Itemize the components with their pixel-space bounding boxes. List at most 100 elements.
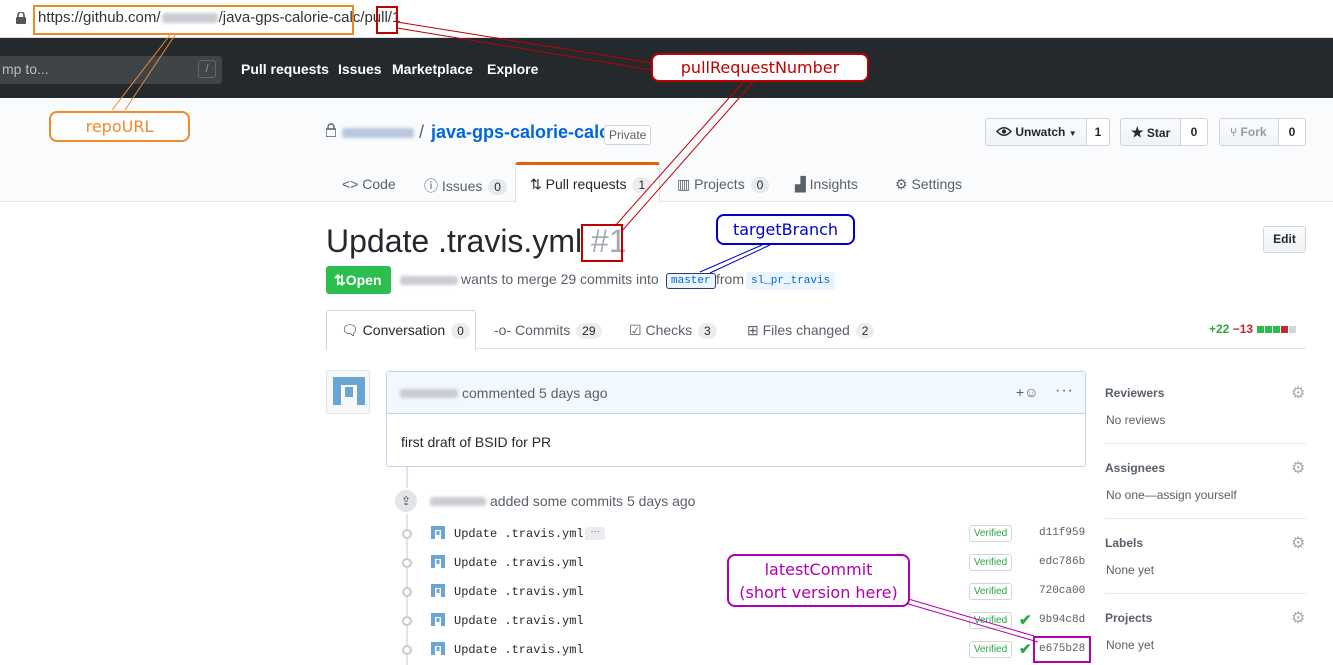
fork-count[interactable]: 0 — [1279, 118, 1306, 146]
tab-code[interactable]: <> Code — [342, 176, 396, 192]
nav-explore[interactable]: Explore — [487, 61, 538, 77]
tab-insights[interactable]: ▟ Insights — [795, 176, 858, 193]
tab-files-changed[interactable]: ⊞ Files changed 2 — [747, 322, 875, 339]
sidebar-assignees-value[interactable]: No one—assign yourself — [1106, 488, 1237, 502]
commit-message[interactable]: Update .travis.yml — [454, 527, 584, 541]
tab-issues[interactable]: ⓘ Issues 0 — [424, 176, 507, 196]
commit-avatar[interactable] — [430, 525, 446, 541]
commit-message[interactable]: Update .travis.yml — [454, 556, 584, 570]
star-count[interactable]: 0 — [1181, 118, 1208, 146]
star-label: Star — [1146, 126, 1171, 140]
commit-sha[interactable]: 9b94c8d — [1039, 614, 1085, 626]
push-meta: added some commits 5 days ago — [490, 493, 696, 509]
sidebar-assignees-heading[interactable]: Assignees — [1105, 461, 1165, 475]
fork-button[interactable]: ⑂ Fork — [1219, 118, 1279, 146]
star-button[interactable]: ★ Star — [1120, 118, 1181, 146]
tab-pull-requests[interactable]: ⇅ Pull requests 1 — [530, 176, 652, 193]
sidebar-labels-heading[interactable]: Labels — [1105, 536, 1143, 550]
project-icon: ▥ — [677, 176, 691, 192]
tab-projects[interactable]: ▥ Projects 0 — [677, 176, 770, 193]
tab-conversation[interactable]: 🗨 Conversation 0 — [341, 322, 470, 339]
check-icon[interactable]: ✔ — [1019, 611, 1032, 629]
commit-sha[interactable]: d11f959 — [1039, 527, 1085, 539]
visibility-badge: Private — [604, 125, 652, 145]
commits-counter: 29 — [576, 323, 602, 339]
verified-badge[interactable]: Verified — [969, 583, 1012, 600]
tab-issues-label: Issues — [441, 178, 483, 194]
unwatch-button[interactable]: Unwatch ▼ — [985, 118, 1087, 146]
sidebar-reviewers-heading[interactable]: Reviewers — [1105, 386, 1164, 400]
repo-owner-redacted[interactable] — [342, 128, 414, 138]
check-icon[interactable]: ✔ — [1019, 640, 1032, 658]
caret-down-icon: ▼ — [1068, 129, 1077, 138]
gear-icon[interactable]: ⚙ — [1291, 533, 1305, 553]
tab-checks[interactable]: ☑ Checks 3 — [629, 322, 717, 339]
commit-avatar[interactable] — [430, 641, 446, 657]
search-input[interactable]: mp to... — [0, 56, 222, 84]
avatar[interactable] — [326, 370, 370, 414]
commit-dot-icon — [402, 529, 412, 539]
diff-deletions: −13 — [1232, 322, 1254, 336]
sidebar-projects-value: None yet — [1106, 638, 1155, 652]
commit-dot-icon — [402, 616, 412, 626]
star-icon: ★ — [1131, 124, 1144, 140]
commit-dot-icon — [402, 645, 412, 655]
sidebar-reviewers-value: No reviews — [1106, 413, 1166, 427]
nav-pull-requests[interactable]: Pull requests — [241, 61, 329, 77]
verified-badge[interactable]: Verified — [969, 525, 1012, 542]
tab-commits[interactable]: -o- Commits 29 — [494, 322, 602, 339]
commit-avatar[interactable] — [430, 612, 446, 628]
repo-name-link[interactable]: java-gps-calorie-calc — [431, 122, 609, 143]
comment-icon: 🗨 — [341, 322, 359, 338]
commit-message[interactable]: Update .travis.yml — [454, 643, 584, 657]
comment-author-redacted[interactable] — [400, 389, 458, 398]
eye-icon — [995, 127, 1013, 136]
sidebar-divider — [1105, 443, 1306, 444]
verified-badge[interactable]: Verified — [969, 554, 1012, 571]
sidebar-projects-heading[interactable]: Projects — [1105, 611, 1152, 625]
verified-badge[interactable]: Verified — [969, 612, 1012, 629]
verified-badge[interactable]: Verified — [969, 641, 1012, 658]
kebab-icon[interactable]: ··· — [1055, 382, 1074, 400]
tab-insights-label: Insights — [809, 176, 858, 192]
sidebar-divider — [1105, 593, 1306, 594]
annotation-latest-commit-line1: latestCommit — [764, 560, 873, 579]
gear-icon[interactable]: ⚙ — [1291, 383, 1305, 403]
conversation-counter: 0 — [451, 323, 470, 339]
tab-code-label: Code — [362, 176, 396, 192]
pusher-redacted[interactable] — [430, 497, 486, 506]
nav-issues[interactable]: Issues — [338, 61, 382, 77]
commit-sha[interactable]: edc786b — [1039, 556, 1085, 568]
commit-message[interactable]: Update .travis.yml — [454, 614, 584, 628]
sidebar-labels-value: None yet — [1106, 563, 1155, 577]
smiley-icon[interactable]: +☺ — [1016, 384, 1038, 400]
pr-author-redacted[interactable] — [400, 276, 458, 285]
pull-request-icon: ⇅ — [530, 176, 542, 192]
tab-settings[interactable]: ⚙ Settings — [895, 176, 962, 193]
commit-sha[interactable]: e675b28 — [1039, 643, 1085, 655]
gear-icon[interactable]: ⚙ — [1291, 608, 1305, 628]
commit-avatar[interactable] — [430, 554, 446, 570]
commit-message[interactable]: Update .travis.yml — [454, 585, 584, 599]
source-branch[interactable]: sl_pr_travis — [746, 272, 836, 290]
private-lock-icon — [326, 123, 336, 137]
projects-counter: 0 — [750, 177, 770, 193]
url-field[interactable]: https://github.com//java-gps-calorie-cal… — [38, 9, 400, 26]
edit-button[interactable]: Edit — [1263, 226, 1306, 253]
tab-projects-label: Projects — [694, 176, 745, 192]
commit-sha[interactable]: 720ca00 — [1039, 585, 1085, 597]
tab-files-label: Files changed — [762, 322, 850, 338]
target-branch[interactable]: master — [666, 273, 716, 289]
tab-commits-label: Commits — [515, 322, 571, 338]
expand-message-button[interactable]: ··· — [585, 527, 605, 540]
nav-marketplace[interactable]: Marketplace — [392, 61, 473, 77]
watch-count[interactable]: 1 — [1087, 118, 1110, 146]
gear-icon[interactable]: ⚙ — [1291, 458, 1305, 478]
tab-conversation-label: Conversation — [362, 322, 446, 338]
sidebar-divider — [1105, 518, 1306, 519]
annotation-target-branch: targetBranch — [716, 214, 855, 245]
from-text: from — [716, 271, 744, 287]
comment-body: first draft of BSID for PR — [401, 434, 552, 450]
commit-avatar[interactable] — [430, 583, 446, 599]
issue-icon: ⓘ — [424, 178, 438, 194]
